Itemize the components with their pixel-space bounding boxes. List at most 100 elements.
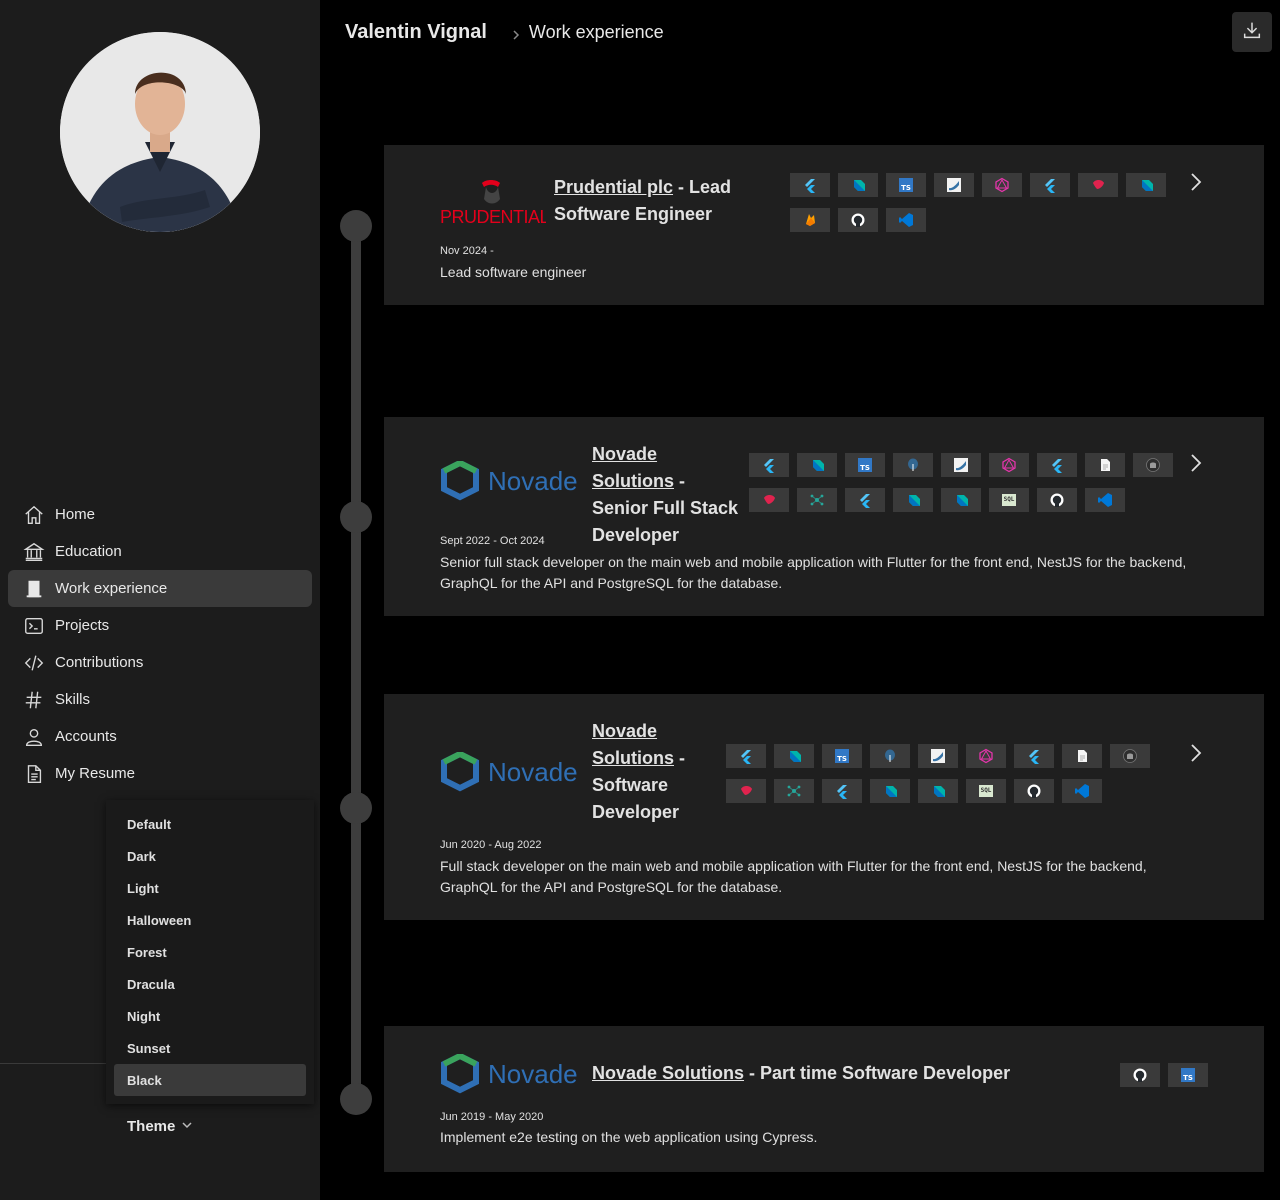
skill-chip[interactable] xyxy=(726,744,766,768)
skill-chip[interactable] xyxy=(838,208,878,232)
skill-chip[interactable] xyxy=(966,744,1006,768)
chevron-right-icon xyxy=(1191,454,1202,472)
skill-chip[interactable] xyxy=(893,453,933,477)
theme-button[interactable]: Theme xyxy=(127,1118,193,1135)
divider xyxy=(0,1063,106,1064)
skill-chip[interactable] xyxy=(941,488,981,512)
skill-chip[interactable] xyxy=(774,744,814,768)
skill-chip[interactable] xyxy=(1085,488,1125,512)
skill-chip[interactable] xyxy=(1062,779,1102,803)
skill-chip[interactable] xyxy=(918,779,958,803)
skill-chip[interactable] xyxy=(822,779,862,803)
skill-chip[interactable] xyxy=(838,173,878,197)
skill-chip[interactable] xyxy=(1078,173,1118,197)
skill-chip[interactable] xyxy=(774,779,814,803)
theme-option-night[interactable]: Night xyxy=(114,1000,306,1032)
network-icon xyxy=(810,494,824,506)
skills-grid: TS xyxy=(1120,1063,1208,1087)
nav-item-work-experience[interactable]: Work experience xyxy=(8,570,312,607)
skill-chip[interactable] xyxy=(982,173,1022,197)
expand-chevron-button[interactable] xyxy=(1185,742,1207,764)
skill-chip[interactable] xyxy=(790,208,830,232)
person-icon xyxy=(22,725,46,749)
company-link[interactable]: Novade Solutions xyxy=(592,1063,744,1083)
theme-option-sunset[interactable]: Sunset xyxy=(114,1032,306,1064)
nav-item-label: Education xyxy=(55,543,122,560)
skill-chip[interactable] xyxy=(886,208,926,232)
skill-chip[interactable] xyxy=(1133,453,1173,477)
dart-icon xyxy=(790,751,801,762)
skill-chip[interactable]: TS xyxy=(1168,1063,1208,1087)
skill-chip[interactable] xyxy=(1030,173,1070,197)
nav-item-projects[interactable]: Projects xyxy=(8,607,312,644)
nav-item-contributions[interactable]: Contributions xyxy=(8,644,312,681)
novade-logo: Novade xyxy=(440,459,590,501)
skill-chip[interactable] xyxy=(749,453,789,477)
nav-item-home[interactable]: Home xyxy=(8,496,312,533)
nav-item-my-resume[interactable]: My Resume xyxy=(8,755,312,792)
skill-chip[interactable] xyxy=(1014,779,1054,803)
theme-option-halloween[interactable]: Halloween xyxy=(114,904,306,936)
bank-icon xyxy=(22,540,46,564)
expand-chevron-button[interactable] xyxy=(1185,171,1207,193)
novade-logo-text: Novade xyxy=(488,757,578,787)
typescript-icon: TS xyxy=(899,178,913,192)
skill-chip[interactable]: TS xyxy=(845,453,885,477)
company-link[interactable]: Novade Solutions xyxy=(592,721,674,768)
theme-option-light[interactable]: Light xyxy=(114,872,306,904)
experience-dates: Nov 2024 - xyxy=(440,245,494,257)
theme-option-black[interactable]: Black xyxy=(114,1064,306,1096)
skill-chip[interactable] xyxy=(870,744,910,768)
skill-chip[interactable] xyxy=(1014,744,1054,768)
skill-chip[interactable]: TS xyxy=(822,744,862,768)
skill-chip[interactable] xyxy=(1120,1063,1160,1087)
chevron-right-icon xyxy=(1191,744,1202,762)
skill-chip[interactable]: TS xyxy=(886,173,926,197)
download-button[interactable] xyxy=(1232,12,1272,52)
expand-chevron-button[interactable] xyxy=(1185,452,1207,474)
skill-chip[interactable] xyxy=(726,779,766,803)
skill-chip[interactable] xyxy=(941,453,981,477)
nav-item-education[interactable]: Education xyxy=(8,533,312,570)
experience-title: Prudential plc - Lead Software Engineer xyxy=(554,177,732,224)
nestjs-icon xyxy=(741,786,752,795)
skill-chip[interactable] xyxy=(1110,744,1150,768)
nav-item-accounts[interactable]: Accounts xyxy=(8,718,312,755)
company-link[interactable]: Novade Solutions xyxy=(592,444,674,491)
skill-chip[interactable] xyxy=(934,173,974,197)
skill-chip[interactable]: SQL xyxy=(966,779,1006,803)
skills-grid: TS SQL xyxy=(749,453,1173,512)
skill-chip[interactable] xyxy=(1085,453,1125,477)
dart-icon xyxy=(934,786,945,797)
skill-chip[interactable]: SQL xyxy=(989,488,1029,512)
skill-chip[interactable] xyxy=(1126,173,1166,197)
flutter-icon xyxy=(805,179,815,193)
skill-chip[interactable] xyxy=(918,744,958,768)
skill-chip[interactable] xyxy=(1062,744,1102,768)
theme-option-dracula[interactable]: Dracula xyxy=(114,968,306,1000)
skill-chip[interactable] xyxy=(989,453,1029,477)
skill-chip[interactable] xyxy=(870,779,910,803)
theme-option-forest[interactable]: Forest xyxy=(114,936,306,968)
experience-card: PRUDENTIAL Prudential plc - Lead Softwar… xyxy=(384,145,1264,305)
nav-item-label: My Resume xyxy=(55,765,136,782)
skill-chip[interactable] xyxy=(749,488,789,512)
github-icon xyxy=(851,213,865,227)
theme-option-dark[interactable]: Dark xyxy=(114,840,306,872)
skill-chip[interactable] xyxy=(797,488,837,512)
breadcrumb-name[interactable]: Valentin Vignal xyxy=(345,21,487,44)
skill-chip[interactable] xyxy=(1037,488,1077,512)
company-link[interactable]: Prudential plc xyxy=(554,177,673,197)
skill-chip[interactable] xyxy=(1037,453,1077,477)
skills-grid: TS xyxy=(790,173,1166,232)
theme-option-default[interactable]: Default xyxy=(114,808,306,840)
nav-item-skills[interactable]: Skills xyxy=(8,681,312,718)
experience-card: Novade Novade Solutions - Software Devel… xyxy=(384,694,1264,920)
nav-item-label: Projects xyxy=(55,617,110,634)
skill-chip[interactable] xyxy=(845,488,885,512)
skill-chip[interactable] xyxy=(790,173,830,197)
skill-chip[interactable] xyxy=(797,453,837,477)
document-icon xyxy=(1078,750,1087,762)
skill-chip[interactable] xyxy=(893,488,933,512)
chevron-right-icon xyxy=(1191,173,1202,191)
